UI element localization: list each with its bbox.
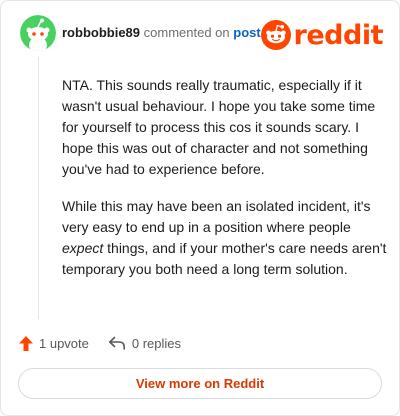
snoo-avatar-icon[interactable]	[20, 15, 56, 51]
comment-actions: 1 upvote 0 replies	[18, 332, 181, 354]
comment-embed-card: robbobbie89 commented on post reddit NTA…	[0, 0, 400, 416]
upvote-count: 1 upvote	[39, 335, 89, 351]
emphasized-word: expect	[62, 240, 104, 256]
paragraph-2-text-end: things, and if your mother's care needs …	[62, 240, 387, 277]
reply-count: 0 replies	[131, 335, 182, 351]
reddit-logo[interactable]: reddit	[260, 19, 384, 51]
reddit-wordmark: reddit	[293, 19, 384, 51]
comment-paragraph-2: While this may have been an isolated inc…	[62, 196, 392, 280]
reply-arrow-icon	[108, 336, 125, 350]
replies-button[interactable]: 0 replies	[108, 335, 181, 351]
upvote-arrow-icon	[19, 335, 33, 351]
reddit-snoo-icon	[260, 20, 291, 50]
comment-paragraph-1: NTA. This sounds really traumatic, espec…	[62, 77, 376, 177]
upvote-button[interactable]: 1 upvote	[18, 335, 89, 352]
paragraph-2-text-start: While this may have been an isolated inc…	[62, 198, 371, 235]
username-link[interactable]: robbobbie89	[62, 25, 140, 40]
comment-header: robbobbie89 commented on post reddit	[20, 15, 384, 55]
thread-line	[38, 57, 39, 319]
view-more-button[interactable]: View more on Reddit	[18, 368, 382, 399]
post-link[interactable]: post	[233, 25, 260, 40]
comment-body: NTA. This sounds really traumatic, espec…	[62, 75, 392, 296]
commented-on-text: commented on	[143, 25, 230, 40]
comment-byline: robbobbie89 commented on post	[62, 25, 261, 40]
